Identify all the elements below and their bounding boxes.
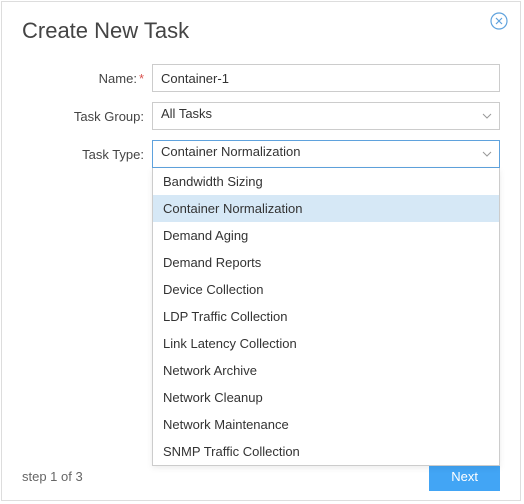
task-type-value: Container Normalization: [161, 144, 300, 159]
create-task-dialog: Create New Task Name:* Task Group: All T…: [1, 1, 521, 501]
dialog-title: Create New Task: [2, 2, 520, 64]
row-name: Name:*: [22, 64, 500, 92]
field-task-group: All Tasks: [152, 102, 500, 130]
task-type-option[interactable]: Network Cleanup: [153, 384, 499, 411]
task-type-option[interactable]: Container Normalization: [153, 195, 499, 222]
task-type-option[interactable]: Bandwidth Sizing: [153, 168, 499, 195]
task-type-option[interactable]: Device Collection: [153, 276, 499, 303]
step-indicator: step 1 of 3: [22, 469, 83, 484]
task-type-option[interactable]: SNMP Traffic Collection: [153, 438, 499, 465]
label-name-text: Name:: [99, 71, 137, 86]
required-asterisk: *: [139, 71, 144, 86]
label-task-group: Task Group:: [22, 109, 152, 124]
label-name: Name:*: [22, 71, 152, 86]
form: Name:* Task Group: All Tasks Task Type:: [2, 64, 520, 168]
task-type-option[interactable]: Network Archive: [153, 357, 499, 384]
task-type-option[interactable]: LDP Traffic Collection: [153, 303, 499, 330]
label-task-type: Task Type:: [22, 147, 152, 162]
task-type-option[interactable]: Link Latency Collection: [153, 330, 499, 357]
task-type-option[interactable]: Network Maintenance: [153, 411, 499, 438]
task-group-value: All Tasks: [161, 106, 212, 121]
task-type-option[interactable]: Demand Aging: [153, 222, 499, 249]
row-task-group: Task Group: All Tasks: [22, 102, 500, 130]
name-input[interactable]: [152, 64, 500, 92]
task-group-select[interactable]: All Tasks: [152, 102, 500, 130]
row-task-type: Task Type: Container Normalization Bandw…: [22, 140, 500, 168]
task-type-option[interactable]: Demand Reports: [153, 249, 499, 276]
task-type-select[interactable]: Container Normalization: [152, 140, 500, 168]
chevron-down-icon: [481, 148, 493, 160]
close-icon: [490, 17, 508, 34]
chevron-down-icon: [481, 110, 493, 122]
field-name: [152, 64, 500, 92]
close-button[interactable]: [490, 12, 508, 30]
field-task-type: Container Normalization Bandwidth Sizing…: [152, 140, 500, 168]
task-type-dropdown: Bandwidth SizingContainer NormalizationD…: [152, 168, 500, 466]
